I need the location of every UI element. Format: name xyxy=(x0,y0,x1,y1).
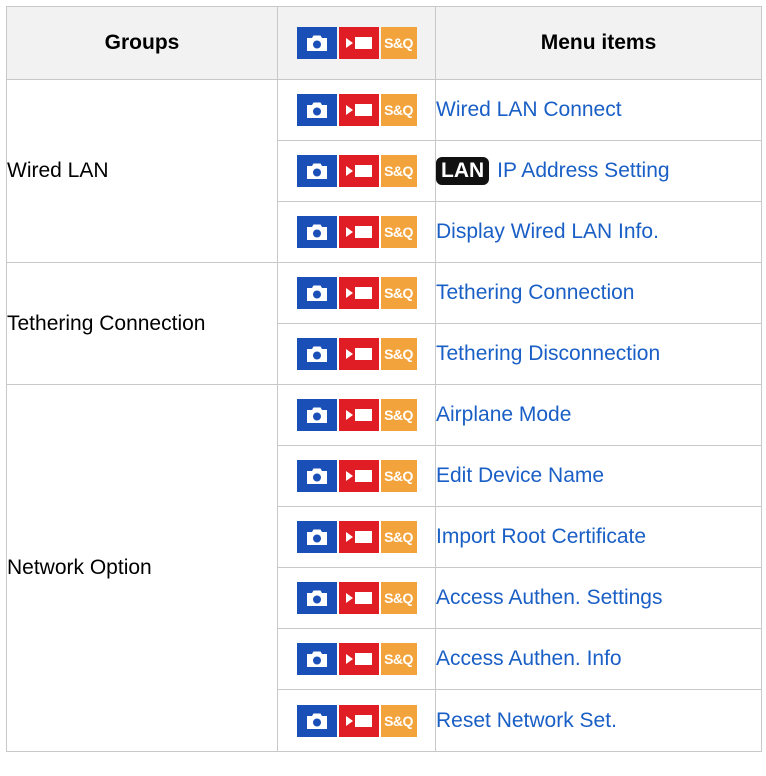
menu-item-link[interactable]: Access Authen. Info xyxy=(436,647,622,670)
mode-icons-cell: S&Q xyxy=(277,506,436,568)
slow-quick-icon: S&Q xyxy=(380,399,417,431)
mode-icons-cell: S&Q xyxy=(277,567,436,629)
slow-quick-icon: S&Q xyxy=(380,27,417,59)
shooting-mode-icons: S&Q xyxy=(296,521,417,553)
movie-camera-icon xyxy=(338,155,379,187)
menu-item-link[interactable]: Reset Network Set. xyxy=(436,709,617,732)
slow-quick-icon: S&Q xyxy=(380,582,417,614)
mode-icons-header: S&Q xyxy=(277,6,436,80)
shooting-mode-icons: S&Q xyxy=(296,582,417,614)
slow-quick-icon: S&Q xyxy=(380,704,417,737)
menu-item-cell: Import Root Certificate xyxy=(435,506,762,568)
movie-camera-icon xyxy=(338,399,379,431)
mode-icons-cell: S&Q xyxy=(277,384,436,446)
mode-icons-cell: S&Q xyxy=(277,323,436,385)
mode-icons-cell: S&Q xyxy=(277,79,436,141)
shooting-mode-icons: S&Q xyxy=(296,460,417,492)
menu-item-cell: Access Authen. Info xyxy=(435,628,762,690)
menu-item-link[interactable]: Wired LAN Connect xyxy=(436,98,622,121)
still-camera-icon xyxy=(296,338,337,370)
lan-badge-icon: LAN xyxy=(436,157,490,185)
menu-item-cell: Tethering Disconnection xyxy=(435,323,762,385)
slow-quick-icon: S&Q xyxy=(380,155,417,187)
shooting-mode-icons: S&Q xyxy=(296,27,417,59)
still-camera-icon xyxy=(296,521,337,553)
still-camera-icon xyxy=(296,582,337,614)
shooting-mode-icons: S&Q xyxy=(296,643,417,675)
slow-quick-icon: S&Q xyxy=(380,643,417,675)
shooting-mode-icons: S&Q xyxy=(296,277,417,309)
menu-item-cell: Edit Device Name xyxy=(435,445,762,507)
slow-quick-icon: S&Q xyxy=(380,521,417,553)
menu-item-cell: Tethering Connection xyxy=(435,262,762,324)
table-row: Wired LAN S&Q Wired LAN Connect xyxy=(6,79,762,263)
still-camera-icon xyxy=(296,94,337,126)
menu-item-link[interactable]: Display Wired LAN Info. xyxy=(436,220,659,243)
group-name: Tethering Connection xyxy=(6,262,278,385)
movie-camera-icon xyxy=(338,216,379,248)
menu-item-cell: LAN IP Address Setting xyxy=(435,140,762,202)
movie-camera-icon xyxy=(338,704,379,737)
table-header-row: Groups S&Q Menu items xyxy=(6,6,762,80)
shooting-mode-icons: S&Q xyxy=(296,155,417,187)
slow-quick-icon: S&Q xyxy=(380,338,417,370)
still-camera-icon xyxy=(296,643,337,675)
mode-icons-cell: S&Q xyxy=(277,628,436,690)
movie-camera-icon xyxy=(338,277,379,309)
menu-item-cell: Access Authen. Settings xyxy=(435,567,762,629)
table-row: Network Option S&Q Airplane Mode xyxy=(6,384,762,752)
movie-camera-icon xyxy=(338,521,379,553)
mode-icons-cell: S&Q xyxy=(277,262,436,324)
still-camera-icon xyxy=(296,399,337,431)
movie-camera-icon xyxy=(338,27,379,59)
groups-header: Groups xyxy=(6,6,278,80)
shooting-mode-icons: S&Q xyxy=(296,94,417,126)
menu-items-header: Menu items xyxy=(435,6,762,80)
mode-icons-cell: S&Q xyxy=(277,201,436,263)
still-camera-icon xyxy=(296,216,337,248)
shooting-mode-icons: S&Q xyxy=(296,338,417,370)
still-camera-icon xyxy=(296,155,337,187)
menu-item-link[interactable]: Tethering Disconnection xyxy=(436,342,660,365)
movie-camera-icon xyxy=(338,582,379,614)
menu-items-table: Groups S&Q Menu items Wired LAN S&Q Wire… xyxy=(6,6,762,752)
slow-quick-icon: S&Q xyxy=(380,460,417,492)
menu-item-link[interactable]: IP Address Setting xyxy=(497,159,669,182)
still-camera-icon xyxy=(296,277,337,309)
menu-item-link[interactable]: Airplane Mode xyxy=(436,403,571,426)
movie-camera-icon xyxy=(338,94,379,126)
movie-camera-icon xyxy=(338,643,379,675)
slow-quick-icon: S&Q xyxy=(380,277,417,309)
menu-item-cell: Wired LAN Connect xyxy=(435,79,762,141)
still-camera-icon xyxy=(296,704,337,737)
mode-icons-cell: S&Q xyxy=(277,689,436,752)
shooting-mode-icons: S&Q xyxy=(296,399,417,431)
still-camera-icon xyxy=(296,27,337,59)
slow-quick-icon: S&Q xyxy=(380,216,417,248)
menu-item-cell: Reset Network Set. xyxy=(435,689,762,752)
shooting-mode-icons: S&Q xyxy=(296,216,417,248)
group-name: Network Option xyxy=(6,384,278,752)
menu-item-link[interactable]: Import Root Certificate xyxy=(436,525,646,548)
menu-item-cell: Display Wired LAN Info. xyxy=(435,201,762,263)
menu-item-link[interactable]: Access Authen. Settings xyxy=(436,586,662,609)
group-name: Wired LAN xyxy=(6,79,278,263)
movie-camera-icon xyxy=(338,338,379,370)
table-row: Tethering Connection S&Q Tethering Conne… xyxy=(6,262,762,385)
shooting-mode-icons: S&Q xyxy=(296,704,417,737)
movie-camera-icon xyxy=(338,460,379,492)
mode-icons-cell: S&Q xyxy=(277,140,436,202)
still-camera-icon xyxy=(296,460,337,492)
mode-icons-cell: S&Q xyxy=(277,445,436,507)
menu-item-link[interactable]: Edit Device Name xyxy=(436,464,604,487)
menu-item-link[interactable]: Tethering Connection xyxy=(436,281,634,304)
menu-item-cell: Airplane Mode xyxy=(435,384,762,446)
slow-quick-icon: S&Q xyxy=(380,94,417,126)
